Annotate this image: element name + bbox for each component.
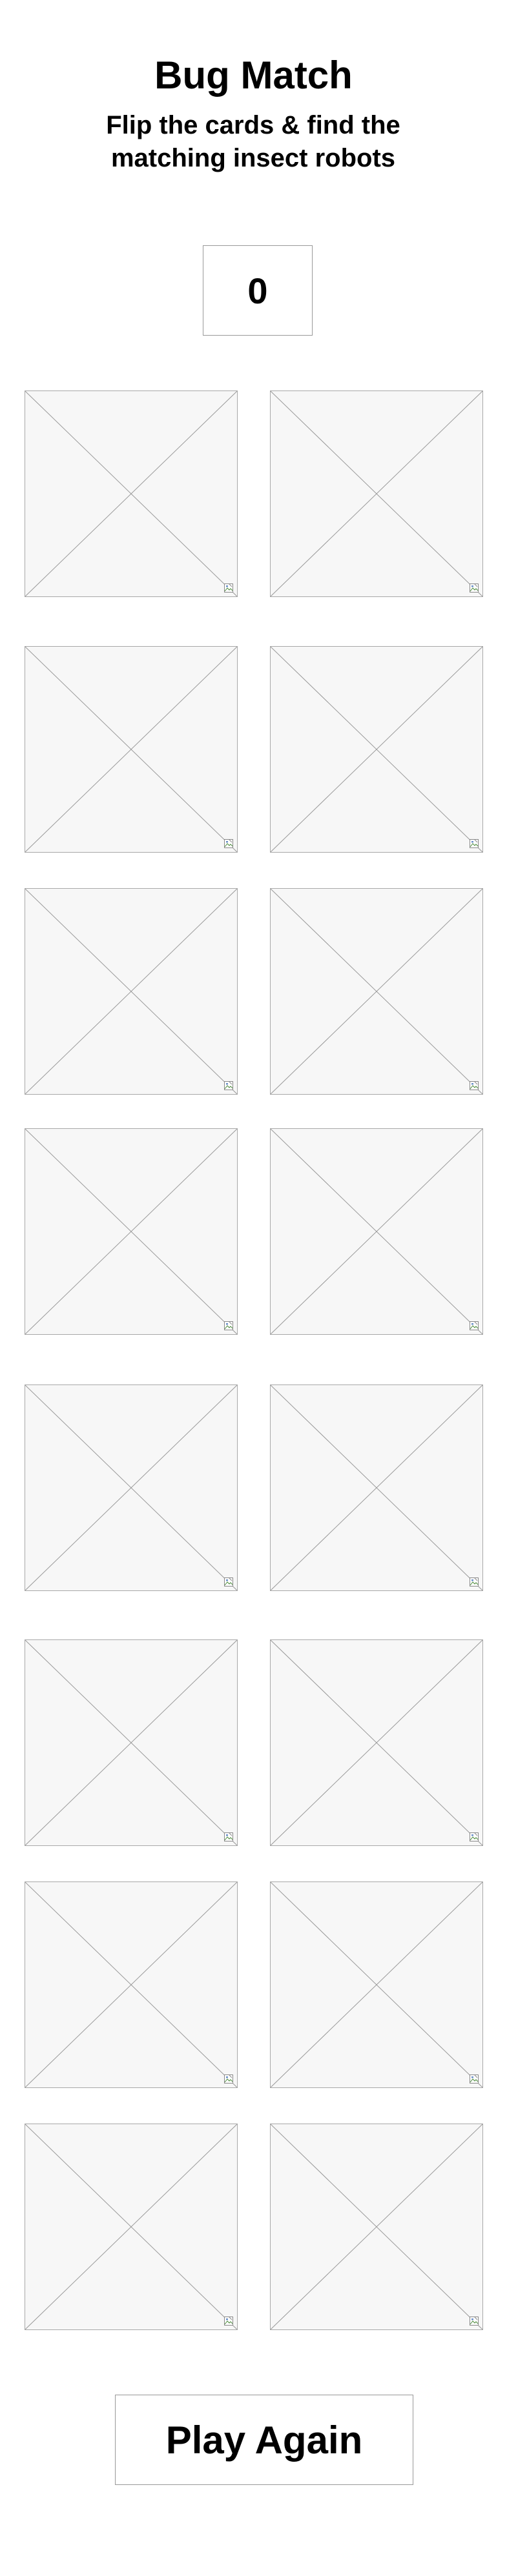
broken-image-icon xyxy=(224,1577,233,1587)
broken-image-icon xyxy=(470,1577,479,1587)
memory-card[interactable] xyxy=(25,1881,238,2088)
memory-card[interactable] xyxy=(25,646,238,853)
memory-card[interactable] xyxy=(270,1128,483,1335)
broken-image-icon xyxy=(470,583,479,593)
card-placeholder-cross xyxy=(271,889,482,1094)
broken-image-icon xyxy=(224,583,233,593)
memory-card[interactable] xyxy=(270,1881,483,2088)
memory-card[interactable] xyxy=(25,1384,238,1591)
card-placeholder-cross xyxy=(25,647,237,852)
card-placeholder-cross xyxy=(25,391,237,596)
card-placeholder-cross xyxy=(25,1640,237,1845)
card-placeholder-cross xyxy=(271,1385,482,1590)
game-title: Bug Match xyxy=(154,54,353,97)
score-value: 0 xyxy=(247,270,268,311)
memory-card[interactable] xyxy=(270,390,483,597)
memory-card[interactable] xyxy=(270,1639,483,1846)
card-placeholder-cross xyxy=(271,2124,482,2329)
broken-image-icon xyxy=(224,1832,233,1841)
memory-card[interactable] xyxy=(25,1639,238,1846)
memory-card[interactable] xyxy=(270,646,483,853)
card-placeholder-cross xyxy=(25,1882,237,2087)
card-placeholder-cross xyxy=(271,391,482,596)
memory-card[interactable] xyxy=(270,1384,483,1591)
play-again-button[interactable]: Play Again xyxy=(115,2395,413,2485)
broken-image-icon xyxy=(224,1081,233,1090)
broken-image-icon xyxy=(224,839,233,848)
score-counter: 0 xyxy=(203,245,313,336)
broken-image-icon xyxy=(224,1321,233,1330)
card-placeholder-cross xyxy=(271,1640,482,1845)
memory-card[interactable] xyxy=(270,888,483,1095)
card-placeholder-cross xyxy=(271,1129,482,1334)
memory-card[interactable] xyxy=(25,888,238,1095)
broken-image-icon xyxy=(224,2317,233,2326)
broken-image-icon xyxy=(470,1081,479,1090)
broken-image-icon xyxy=(470,2074,479,2084)
card-placeholder-cross xyxy=(25,889,237,1094)
memory-card[interactable] xyxy=(25,1128,238,1335)
broken-image-icon xyxy=(470,839,479,848)
memory-card[interactable] xyxy=(25,2124,238,2330)
card-placeholder-cross xyxy=(271,1882,482,2087)
game-subtitle: Flip the cards & find the matching insec… xyxy=(106,111,400,172)
memory-card[interactable] xyxy=(25,390,238,597)
card-placeholder-cross xyxy=(271,647,482,852)
broken-image-icon xyxy=(470,1321,479,1330)
card-placeholder-cross xyxy=(25,1129,237,1334)
broken-image-icon xyxy=(224,2074,233,2084)
card-placeholder-cross xyxy=(25,1385,237,1590)
broken-image-icon xyxy=(470,2317,479,2326)
broken-image-icon xyxy=(470,1832,479,1841)
memory-card[interactable] xyxy=(270,2124,483,2330)
card-placeholder-cross xyxy=(25,2124,237,2329)
